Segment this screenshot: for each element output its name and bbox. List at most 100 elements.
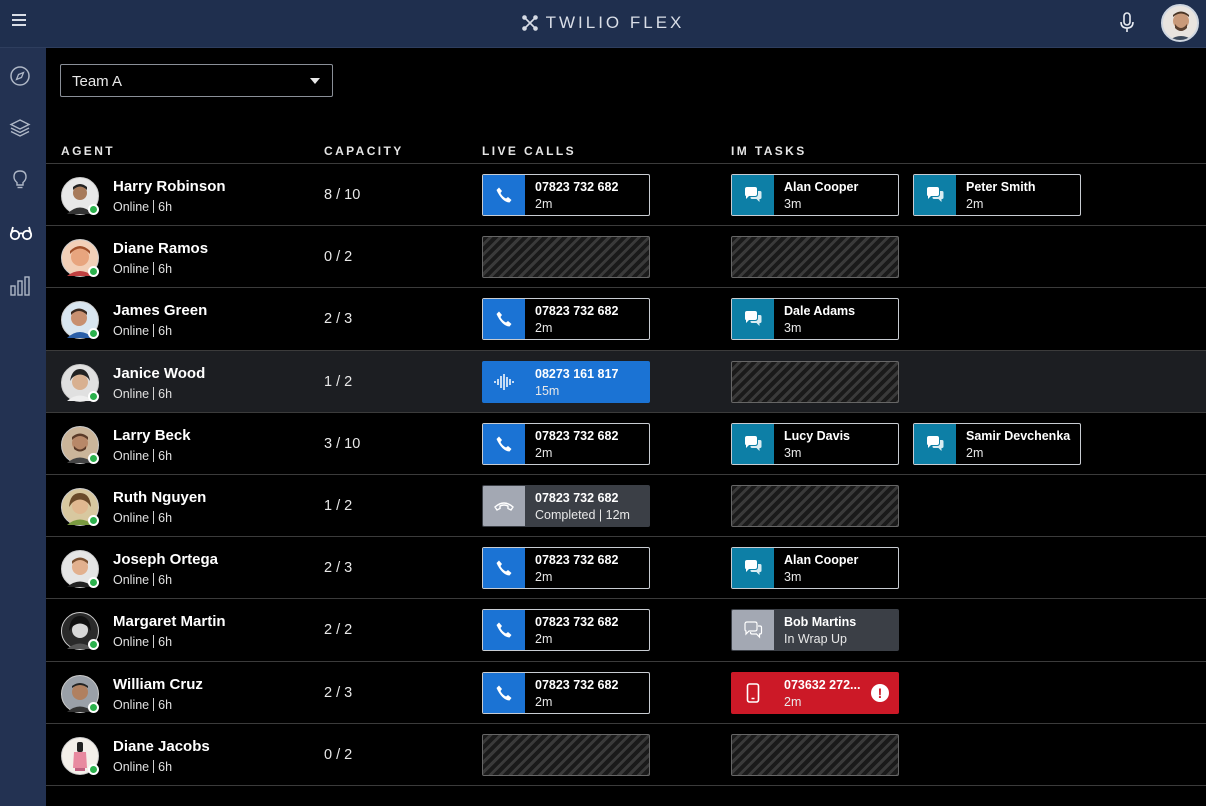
call-status: Completed | 12m	[535, 507, 630, 522]
agent-capacity: 2 / 3	[324, 684, 353, 701]
layers-icon[interactable]	[9, 117, 31, 139]
team-select[interactable]: Team A	[60, 64, 333, 97]
glasses-icon[interactable]	[9, 221, 33, 243]
phone-icon	[483, 548, 525, 589]
call-number: 07823 732 682	[535, 490, 619, 505]
call-time: 2m	[535, 632, 553, 647]
agent-status: Online 6h	[113, 697, 173, 712]
agent-capacity: 2 / 2	[324, 622, 353, 639]
app-brand: TWILIO FLEX	[0, 13, 1206, 36]
avatar	[61, 425, 99, 464]
compass-icon[interactable]	[9, 65, 31, 87]
im-task[interactable]: Lucy Davis 3m	[731, 422, 899, 465]
online-indicator	[88, 204, 99, 215]
table-row[interactable]: Ruth Nguyen Online 6h 1 / 2 07823 732 682…	[46, 475, 1206, 538]
chat-icon	[732, 548, 774, 589]
phone-icon	[483, 175, 525, 215]
sms-task-alert[interactable]: 073632 272... 2m !	[731, 671, 899, 714]
sidebar	[0, 48, 46, 806]
agent-capacity: 1 / 2	[324, 497, 353, 514]
completed-call-task[interactable]: 07823 732 682 Completed | 12m	[482, 484, 650, 527]
bar-chart-icon[interactable]	[9, 275, 31, 297]
avatar	[61, 177, 99, 215]
column-header-im-tasks[interactable]: IM TASKS	[731, 144, 807, 158]
live-call-task[interactable]: 07823 732 682 2m	[482, 174, 650, 216]
agent-capacity: 1 / 2	[324, 373, 353, 390]
call-time: 2m	[535, 321, 553, 336]
im-contact: Lucy Davis	[784, 428, 851, 443]
im-contact: Peter Smith	[966, 180, 1036, 194]
agent-status: Online 6h	[113, 262, 173, 277]
im-time: 3m	[784, 570, 802, 585]
agent-name: Margaret Martin	[113, 613, 226, 631]
table-row[interactable]: James Green Online 6h 2 / 3 07823 732 682…	[46, 288, 1206, 351]
microphone-icon[interactable]	[1118, 12, 1136, 39]
im-task[interactable]: Samir Devchenka 2m	[913, 422, 1081, 465]
agent-name: Ruth Nguyen	[113, 488, 207, 506]
column-header-live-calls[interactable]: LIVE CALLS	[482, 144, 576, 158]
agent-capacity: 0 / 2	[324, 249, 353, 266]
audio-wave-icon	[483, 361, 525, 402]
online-indicator	[88, 390, 99, 402]
table-row[interactable]: Janice Wood Online 6h 1 / 2 08273 161 817…	[46, 350, 1206, 413]
user-avatar[interactable]	[1161, 4, 1201, 44]
im-task[interactable]: Dale Adams 3m	[731, 298, 899, 341]
avatar	[61, 487, 99, 526]
im-contact: Bob Martins	[784, 615, 857, 630]
mobile-phone-icon	[732, 672, 774, 713]
live-call-task[interactable]: 07823 732 682 2m	[482, 298, 650, 341]
table-row[interactable]: Diane Jacobs Online 6h 0 / 2	[46, 724, 1206, 786]
agent-name: Janice Wood	[113, 364, 206, 382]
call-number: 07823 732 682	[535, 677, 619, 692]
call-number: 07823 732 682	[535, 615, 619, 630]
call-time: 2m	[535, 197, 553, 211]
call-number: 07823 732 682	[535, 180, 619, 194]
chat-icon	[732, 299, 774, 340]
column-header-agent[interactable]: AGENT	[61, 144, 115, 158]
live-call-task[interactable]: 07823 732 682 2m	[482, 671, 650, 714]
call-number: 08273 161 817	[535, 366, 619, 381]
table-row[interactable]: Harry Robinson Online 6h 8 / 10 07823 732…	[46, 164, 1206, 227]
im-time: 3m	[784, 197, 802, 211]
table-row[interactable]: Margaret Martin Online 6h 2 / 2 07823 732…	[46, 599, 1206, 662]
table-row[interactable]: Larry Beck Online 6h 3 / 10 07823 732 682…	[46, 413, 1206, 475]
agent-status: Online 6h	[113, 573, 173, 588]
agent-table: Harry Robinson Online 6h 8 / 10 07823 732…	[46, 164, 1206, 786]
empty-im-slot	[731, 360, 899, 403]
empty-im-slot	[731, 484, 899, 527]
agent-name: Harry Robinson	[113, 178, 226, 195]
phone-icon	[483, 672, 525, 713]
chat-icon	[732, 610, 774, 651]
empty-call-slot	[482, 236, 650, 279]
call-time: 2m	[535, 445, 553, 460]
online-indicator	[88, 701, 99, 713]
table-row[interactable]: William Cruz Online 6h 2 / 3 07823 732 68…	[46, 662, 1206, 724]
im-task[interactable]: Alan Cooper 3m	[731, 547, 899, 590]
lightbulb-icon[interactable]	[9, 169, 31, 191]
im-task-wrap-up[interactable]: Bob Martins In Wrap Up	[731, 609, 899, 652]
avatar	[61, 674, 99, 713]
agent-name: Joseph Ortega	[113, 551, 219, 569]
online-indicator	[88, 763, 99, 775]
team-select-value: Team A	[72, 73, 123, 90]
agent-capacity: 2 / 3	[324, 311, 353, 328]
live-call-task[interactable]: 07823 732 682 2m	[482, 422, 650, 465]
agent-name: Larry Beck	[113, 426, 191, 444]
live-call-task[interactable]: 07823 732 682 2m	[482, 609, 650, 652]
column-header-capacity[interactable]: CAPACITY	[324, 144, 404, 158]
chevron-down-icon	[310, 78, 320, 84]
table-row[interactable]: Diane Ramos Online 6h 0 / 2	[46, 226, 1206, 289]
im-contact: Dale Adams	[784, 304, 856, 319]
live-call-task[interactable]: 07823 732 682 2m	[482, 547, 650, 590]
avatar	[61, 363, 99, 402]
live-call-task-active[interactable]: 08273 161 817 15m	[482, 360, 650, 403]
im-time: 2m	[966, 197, 984, 211]
im-time: In Wrap Up	[784, 632, 847, 647]
table-row[interactable]: Joseph Ortega Online 6h 2 / 3 07823 732 6…	[46, 537, 1206, 600]
agent-status: Online 6h	[113, 510, 173, 525]
im-time: 3m	[784, 445, 802, 460]
im-task[interactable]: Alan Cooper 3m	[731, 174, 899, 216]
online-indicator	[88, 452, 99, 464]
agent-name: Diane Ramos	[113, 240, 209, 258]
im-task[interactable]: Peter Smith 2m	[913, 174, 1081, 216]
